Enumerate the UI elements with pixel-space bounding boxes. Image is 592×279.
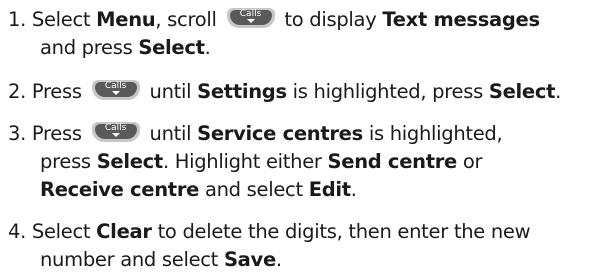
step-4-prefix: 4. Select: [8, 220, 97, 243]
step-4-line-1: 4. Select Clear to delete the digits, th…: [8, 218, 588, 246]
receive-centre-term: Receive centre: [40, 178, 200, 201]
step-2-text-2: is highlighted, press: [286, 80, 489, 103]
step-2: 2. Press Calls until Settings is highlig…: [8, 78, 588, 106]
step-3-or: or: [456, 150, 483, 173]
step-3-line-2: press Select. Highlight either Send cent…: [8, 148, 588, 176]
menu-term: Menu: [96, 8, 156, 31]
calls-key-icon: Calls: [91, 122, 140, 142]
step-3-line-3: Receive centre and select Edit.: [8, 176, 588, 204]
settings-term: Settings: [197, 80, 287, 103]
step-4-text: to delete the digits, then enter the new: [151, 220, 531, 243]
step-1-text-3: and press: [40, 36, 139, 59]
edit-term: Edit: [308, 178, 351, 201]
step-1-line-2: and press Select.: [8, 34, 588, 62]
instruction-document: 1. Select Menu, scroll Calls to display …: [0, 0, 592, 279]
step-2-prefix: 2. Press: [8, 80, 88, 103]
select-term: Select: [488, 80, 556, 103]
clear-term: Clear: [96, 220, 152, 243]
step-1-text-2: to display: [278, 8, 383, 31]
step-3-text-3: press: [40, 150, 97, 173]
step-4-line-2: number and select Save.: [8, 246, 588, 274]
select-term: Select: [96, 150, 164, 173]
step-4-period: .: [275, 248, 282, 271]
step-2-text: until: [143, 80, 198, 103]
select-term: Select: [138, 36, 205, 59]
service-centres-term: Service centres: [197, 122, 363, 145]
step-4-text-2: number and select: [40, 248, 224, 271]
step-3-period: .: [350, 178, 357, 201]
step-3-text: until: [143, 122, 198, 145]
step-3-text-2: is highlighted,: [362, 122, 503, 145]
step-1-prefix: 1. Select: [8, 8, 97, 31]
step-2-period: .: [555, 80, 562, 103]
step-1-period: .: [204, 36, 211, 59]
send-centre-term: Send centre: [327, 150, 458, 173]
step-3: 3. Press Calls until Service centres is …: [8, 120, 588, 204]
step-1: 1. Select Menu, scroll Calls to display …: [8, 6, 588, 62]
step-4: 4. Select Clear to delete the digits, th…: [8, 218, 588, 274]
step-1-line-1: 1. Select Menu, scroll Calls to display …: [8, 6, 588, 34]
step-3-text-4: . Highlight either: [162, 150, 328, 173]
calls-key-icon: Calls: [226, 8, 275, 28]
step-3-text-5: and select: [199, 178, 309, 201]
calls-key-icon: Calls: [91, 80, 140, 100]
step-3-line-1: 3. Press Calls until Service centres is …: [8, 120, 588, 148]
step-1-text: , scroll: [155, 8, 223, 31]
save-term: Save: [223, 248, 276, 271]
text-messages-term: Text messages: [382, 8, 540, 31]
step-3-prefix: 3. Press: [8, 122, 88, 145]
step-2-line-1: 2. Press Calls until Settings is highlig…: [8, 78, 588, 106]
